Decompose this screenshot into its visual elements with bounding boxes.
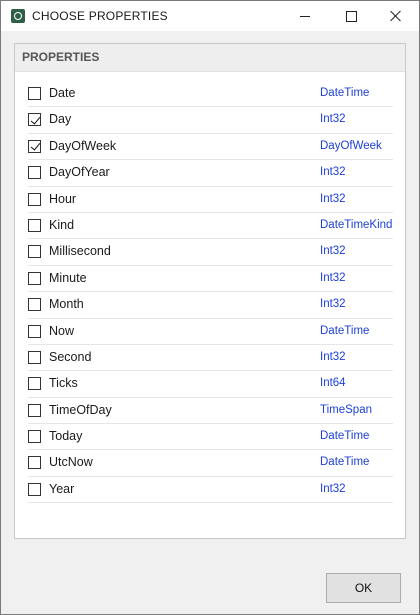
choose-properties-dialog: CHOOSE PROPERTIES PROPERTIES Date DateTim… <box>0 0 420 615</box>
property-name: Date <box>49 86 76 100</box>
window-title: CHOOSE PROPERTIES <box>32 9 168 23</box>
property-type: Int32 <box>320 298 346 311</box>
minimize-button[interactable] <box>282 1 328 31</box>
property-checkbox[interactable] <box>28 245 41 259</box>
property-row-year[interactable]: Year Int32 <box>28 477 393 504</box>
property-checkbox[interactable] <box>28 192 41 206</box>
property-name: Second <box>49 349 92 364</box>
property-checkbox[interactable] <box>28 166 41 180</box>
property-type: Int32 <box>320 245 346 258</box>
property-list: Date DateTime Day Int32 DayOfWeek DayOfWeek Da… <box>28 81 393 504</box>
property-name: Ticks <box>49 376 78 391</box>
property-type: DateTimeKind <box>320 218 393 231</box>
minimize-icon <box>300 15 310 17</box>
property-name: Hour <box>49 191 77 206</box>
property-checkbox[interactable] <box>28 139 41 153</box>
property-name: Year <box>49 481 75 496</box>
property-type: Int32 <box>320 166 346 179</box>
close-icon <box>390 10 402 22</box>
property-checkbox[interactable] <box>28 482 41 496</box>
property-name: DayOfYear <box>49 165 110 180</box>
property-type: Int32 <box>320 482 346 495</box>
property-type: TimeSpan <box>320 403 372 416</box>
property-checkbox[interactable] <box>28 298 41 312</box>
property-row-day[interactable]: Day Int32 <box>28 107 393 134</box>
property-name: Minute <box>49 270 87 285</box>
property-name: TimeOfDay <box>49 402 112 417</box>
maximize-icon <box>345 10 357 22</box>
property-name: Kind <box>49 217 75 232</box>
property-checkbox[interactable] <box>28 350 41 364</box>
properties-panel: PROPERTIES Date DateTime Day Int32 DayOfWeek… <box>14 43 406 539</box>
property-row-millisecond[interactable]: Millisecond Int32 <box>28 239 393 266</box>
close-button[interactable] <box>373 1 419 31</box>
property-checkbox[interactable] <box>28 87 41 100</box>
ok-button[interactable]: OK <box>326 573 401 603</box>
property-checkbox[interactable] <box>28 271 41 285</box>
property-type: Int64 <box>320 377 346 390</box>
property-row-today[interactable]: Today DateTime <box>28 424 393 451</box>
property-checkbox[interactable] <box>28 430 41 444</box>
title-bar[interactable]: CHOOSE PROPERTIES <box>1 1 419 31</box>
property-checkbox[interactable] <box>28 377 41 391</box>
property-checkbox[interactable] <box>28 403 41 417</box>
property-row-now[interactable]: Now DateTime <box>28 319 393 345</box>
property-type: Int32 <box>320 192 346 205</box>
property-type: DateTime <box>320 324 370 337</box>
app-icon <box>11 9 25 23</box>
property-type: Int32 <box>320 350 346 363</box>
property-name: Month <box>49 297 84 312</box>
property-type: DayOfWeek <box>320 139 382 152</box>
property-type: DateTime <box>320 87 370 99</box>
property-type: DateTime <box>320 456 370 469</box>
property-row-second[interactable]: Second Int32 <box>28 345 393 372</box>
property-type: Int32 <box>320 113 346 126</box>
property-row-kind[interactable]: Kind DateTimeKind <box>28 213 393 240</box>
property-row-minute[interactable]: Minute Int32 <box>28 266 393 293</box>
property-checkbox[interactable] <box>28 218 41 232</box>
property-checkbox[interactable] <box>28 324 41 338</box>
property-name: Today <box>49 429 83 444</box>
property-name: DayOfWeek <box>49 138 117 153</box>
property-row-utcnow[interactable]: UtcNow DateTime <box>28 450 393 477</box>
property-row-hour[interactable]: Hour Int32 <box>28 187 393 213</box>
property-type: DateTime <box>320 430 370 443</box>
property-row-ticks[interactable]: Ticks Int64 <box>28 371 393 398</box>
property-checkbox[interactable] <box>28 456 41 470</box>
property-row-date[interactable]: Date DateTime <box>28 81 393 108</box>
property-row-timeofday[interactable]: TimeOfDay TimeSpan <box>28 398 393 425</box>
properties-header: PROPERTIES <box>15 44 405 72</box>
property-name: Millisecond <box>49 244 111 259</box>
maximize-button[interactable] <box>328 1 374 31</box>
property-name: Day <box>49 112 72 127</box>
property-checkbox[interactable] <box>28 113 41 127</box>
property-row-month[interactable]: Month Int32 <box>28 292 393 319</box>
property-name: UtcNow <box>49 455 93 470</box>
property-type: Int32 <box>320 271 346 284</box>
property-row-dayofweek[interactable]: DayOfWeek DayOfWeek <box>28 134 393 161</box>
property-row-dayofyear[interactable]: DayOfYear Int32 <box>28 160 393 187</box>
property-name: Now <box>49 323 75 338</box>
